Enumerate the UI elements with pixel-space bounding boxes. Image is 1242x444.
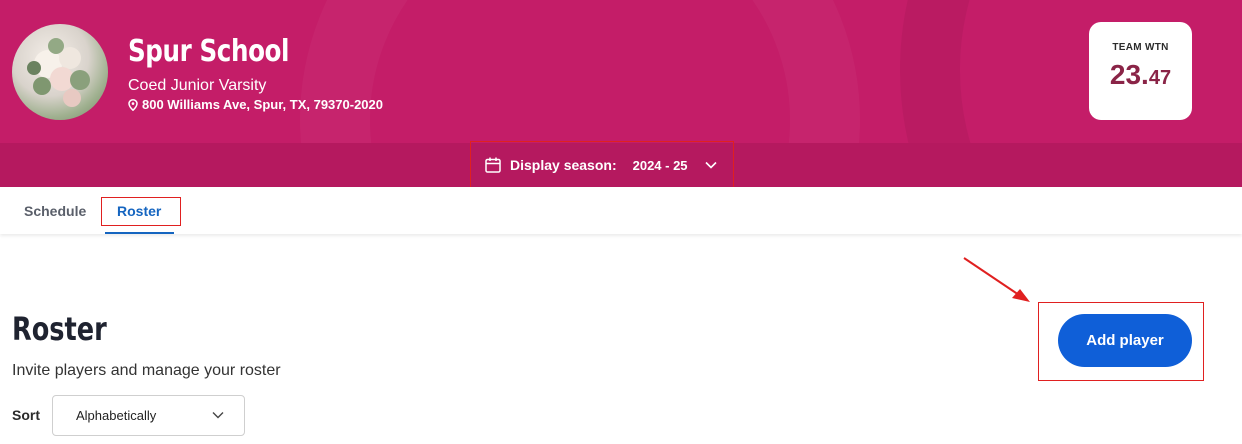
team-wtn-card: TEAM WTN 23.47 (1089, 22, 1192, 120)
annotation-highlight-add-player (1038, 302, 1204, 381)
bouquet-image (27, 38, 90, 107)
annotation-highlight-roster-tab (101, 197, 181, 226)
location-pin-icon (128, 98, 138, 111)
team-division: Coed Junior Varsity (128, 77, 267, 94)
page-subtitle: Invite players and manage your roster (12, 362, 281, 379)
team-address: 800 Williams Ave, Spur, TX, 79370-2020 (128, 97, 383, 112)
sort-label: Sort (12, 407, 40, 423)
chevron-down-icon (212, 412, 224, 419)
tab-bar: Schedule Roster (0, 187, 1242, 234)
team-wtn-integer: 23. (1109, 59, 1149, 90)
sort-dropdown-value: Alphabetically (76, 408, 157, 423)
active-tab-indicator (105, 232, 174, 234)
sort-dropdown[interactable]: Alphabetically (52, 395, 245, 436)
page-title: Roster (12, 310, 107, 348)
team-avatar (12, 24, 108, 120)
team-name: Spur School (128, 34, 290, 69)
team-address-text: 800 Williams Ave, Spur, TX, 79370-2020 (142, 97, 383, 112)
team-wtn-decimal: 47 (1148, 67, 1172, 89)
team-wtn-label: TEAM WTN (1112, 42, 1169, 53)
tab-schedule[interactable]: Schedule (24, 203, 86, 219)
team-wtn-value: 23.47 (1110, 59, 1171, 91)
annotation-arrow-icon (963, 257, 1030, 302)
